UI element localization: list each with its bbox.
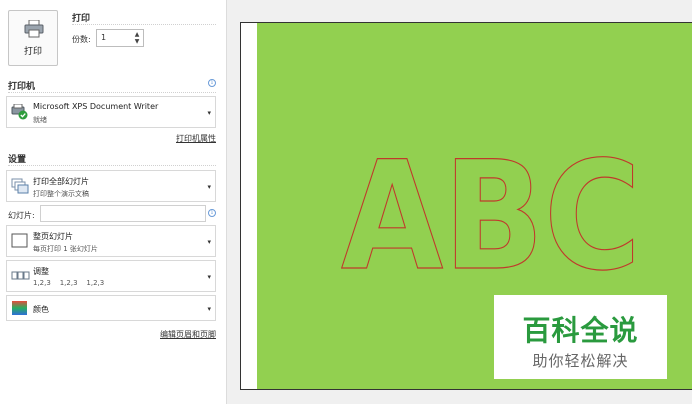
slides-label: 幻灯片:: [8, 211, 35, 220]
color-dropdown[interactable]: 颜色 ▾: [6, 295, 216, 321]
print-button[interactable]: 打印: [8, 10, 58, 66]
slides-stack-icon: [11, 178, 29, 194]
chevron-down-icon: ▾: [207, 238, 211, 246]
printer-properties-link[interactable]: 打印机属性: [176, 133, 216, 144]
chevron-down-icon: ▾: [207, 109, 211, 117]
divider: [72, 24, 216, 25]
spin-down-icon[interactable]: ▼: [133, 38, 141, 45]
info-icon[interactable]: i: [208, 79, 216, 87]
divider: [8, 92, 216, 93]
copies-label: 份数:: [72, 35, 91, 44]
print-button-label: 打印: [23, 47, 42, 57]
collate-icon: [11, 271, 30, 280]
copies-value: 1: [101, 33, 107, 42]
print-range-main: 打印全部幻灯片: [33, 177, 89, 186]
printer-dropdown[interactable]: Microsoft XPS Document Writer 就绪 ▾: [6, 96, 216, 128]
layout-sub: 每页打印 1 张幻灯片: [33, 245, 98, 253]
watermark: 百科全说 助你轻松解决: [494, 295, 667, 379]
printer-status: 就绪: [33, 116, 47, 124]
print-settings-panel: 打印 打印 份数: 1 ▲ ▼ 打印机 i Microsoft XPS Docu…: [0, 0, 224, 404]
settings-section-title: 设置: [8, 155, 27, 165]
page-margin: [241, 23, 257, 389]
print-range-dropdown[interactable]: 打印全部幻灯片 打印整个演示文稿 ▾: [6, 170, 216, 202]
copies-stepper[interactable]: 1 ▲ ▼: [96, 29, 144, 47]
spin-up-icon[interactable]: ▲: [133, 31, 141, 38]
printer-ready-icon: [11, 104, 28, 120]
divider: [8, 165, 216, 166]
collate-main: 调整: [33, 267, 49, 276]
full-page-slide-icon: [11, 233, 28, 248]
chevron-down-icon: ▾: [207, 273, 211, 281]
print-range-sub: 打印整个演示文稿: [33, 190, 89, 198]
edit-header-footer-link[interactable]: 编辑页眉和页脚: [160, 329, 216, 340]
print-heading: 打印: [72, 14, 91, 24]
info-icon[interactable]: i: [208, 209, 216, 217]
slide-text: ABC: [341, 153, 641, 273]
printer-name: Microsoft XPS Document Writer: [33, 102, 159, 111]
chevron-down-icon: ▾: [207, 183, 211, 191]
watermark-subtitle: 助你轻松解决: [532, 352, 629, 370]
layout-main: 整页幻灯片: [33, 232, 73, 241]
slides-input[interactable]: [40, 205, 206, 222]
collate-sub: 1,2,3 1,2,3 1,2,3: [33, 279, 105, 287]
printer-section-title: 打印机: [8, 82, 36, 92]
collate-dropdown[interactable]: 调整 1,2,3 1,2,3 1,2,3 ▾: [6, 260, 216, 292]
spin-buttons[interactable]: ▲ ▼: [133, 31, 141, 45]
printer-icon: [24, 20, 44, 38]
slide-outline-text: ABC: [341, 153, 641, 273]
watermark-title: 百科全说: [522, 314, 639, 347]
color-swatch-icon: [12, 301, 27, 315]
layout-dropdown[interactable]: 整页幻灯片 每页打印 1 张幻灯片 ▾: [6, 225, 216, 257]
color-main: 颜色: [33, 305, 49, 314]
chevron-down-icon: ▾: [207, 305, 211, 313]
